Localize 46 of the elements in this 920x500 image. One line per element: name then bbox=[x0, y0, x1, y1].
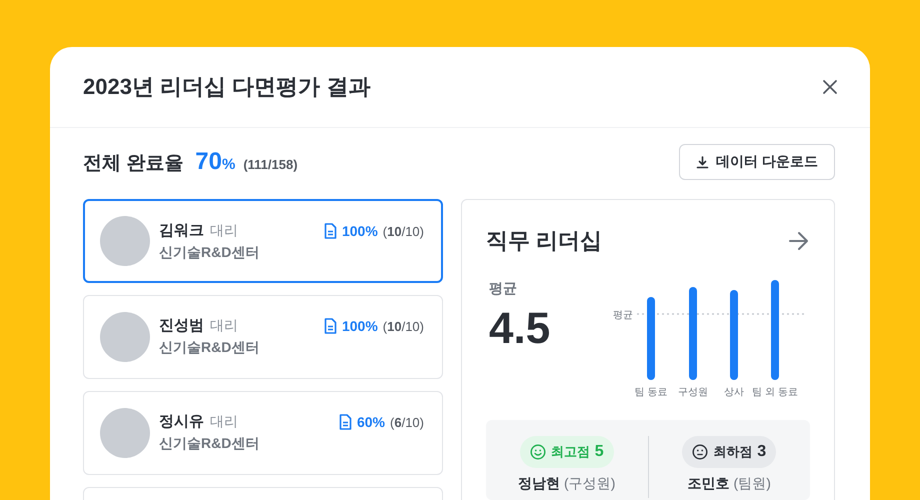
completion-count: (10/10) bbox=[382, 318, 424, 334]
member-department: 신기술R&D센터 bbox=[159, 244, 260, 262]
category-label: 구성원 bbox=[678, 386, 708, 399]
category-label: 팀 외 동료 bbox=[752, 386, 798, 399]
member-card[interactable]: 정시유 대리 신기술R&D센터 60% (6/10) bbox=[83, 391, 443, 475]
member-position: 대리 bbox=[210, 413, 238, 429]
member-name: 진성범 bbox=[159, 317, 204, 334]
document-icon bbox=[324, 223, 337, 239]
highest-score-badge: 최고점 5 bbox=[520, 436, 614, 468]
completion-count: (111/158) bbox=[243, 157, 298, 172]
average-label: 평균 bbox=[489, 280, 518, 298]
average-score: 4.5 bbox=[489, 304, 552, 354]
member-name: 정시유 bbox=[159, 413, 204, 430]
completion-count: (10/10) bbox=[382, 224, 424, 238]
reference-label: 평균 bbox=[613, 309, 633, 322]
member-name: 김워크 bbox=[159, 222, 204, 239]
category-label: 팀 동료 bbox=[634, 386, 668, 399]
category-label: 상사 bbox=[724, 386, 744, 399]
member-department: 신기술R&D센터 bbox=[159, 435, 260, 453]
member-name: 정남현 (구성원) bbox=[518, 475, 616, 493]
avatar-placeholder bbox=[100, 216, 150, 266]
member-card[interactable]: 진성범 대리 신기술R&D센터 100% (10/10) bbox=[83, 295, 443, 379]
completion-count: (6/10) bbox=[390, 414, 424, 430]
panel-title: 직무 리더십 bbox=[486, 227, 602, 255]
member-card[interactable]: 김워크 대리 신기술R&D센터 100% (10/10) bbox=[83, 199, 443, 283]
summary-label: 전체 완료율 bbox=[83, 152, 184, 176]
document-icon bbox=[338, 414, 352, 430]
avatar-placeholder bbox=[100, 312, 150, 362]
smile-icon bbox=[530, 444, 546, 460]
download-icon bbox=[696, 156, 710, 168]
download-button[interactable]: 데이터 다운로드 bbox=[679, 144, 835, 180]
document-icon bbox=[324, 318, 337, 334]
close-icon[interactable] bbox=[822, 79, 838, 95]
completion-rate: 100% bbox=[342, 223, 378, 239]
completion-rate: 70% bbox=[195, 148, 236, 176]
completion-rate: 100% bbox=[342, 318, 378, 334]
lowest-score-badge: 최하점 3 bbox=[682, 436, 776, 468]
dialog-title: 2023년 리더십 다면평가 결과 bbox=[83, 73, 370, 101]
member-department: 신기술R&D센터 bbox=[159, 339, 260, 357]
arrow-right-icon[interactable] bbox=[788, 231, 810, 251]
completion-rate: 60% bbox=[356, 414, 386, 430]
neutral-face-icon bbox=[692, 444, 708, 460]
member-name: 조민호 (팀원) bbox=[688, 475, 771, 493]
member-position: 대리 bbox=[210, 317, 238, 333]
avatar-placeholder bbox=[100, 408, 150, 458]
member-position: 대리 bbox=[210, 222, 238, 238]
